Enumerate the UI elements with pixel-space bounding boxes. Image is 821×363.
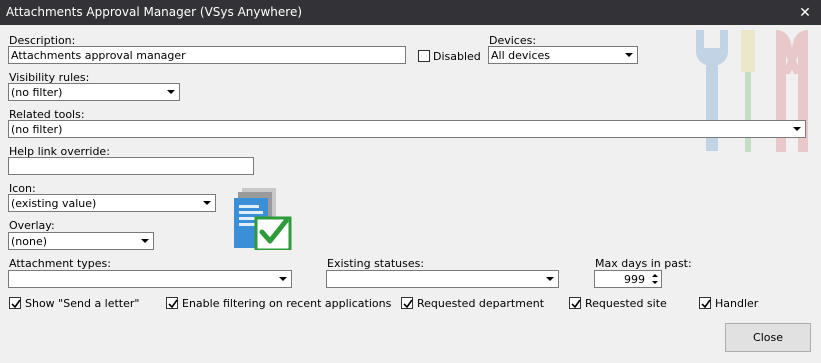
close-window-icon[interactable]: ✕ (789, 0, 821, 25)
max-days-stepper[interactable]: 999 (594, 270, 662, 288)
chevron-down-icon (203, 201, 211, 205)
requested-site-checkbox[interactable] (569, 297, 581, 309)
devices-value: All devices (491, 49, 550, 62)
requested-department-checkbox[interactable] (401, 297, 413, 309)
chevron-down-icon (546, 277, 554, 281)
spin-up-icon[interactable] (652, 274, 658, 277)
max-days-label: Max days in past: (595, 257, 692, 270)
enable-filtering-label: Enable filtering on recent applications (182, 297, 392, 310)
overlay-dropdown[interactable]: (none) (8, 232, 154, 250)
visibility-rules-dropdown[interactable]: (no filter) (8, 83, 180, 101)
related-tools-value: (no filter) (11, 123, 63, 136)
existing-statuses-dropdown[interactable] (326, 270, 559, 288)
chevron-down-icon (625, 53, 633, 57)
show-send-letter-checkbox[interactable] (9, 297, 21, 309)
chevron-down-icon (793, 127, 801, 131)
dialog-window: Attachments Approval Manager (VSys Anywh… (0, 0, 821, 363)
requested-department-label: Requested department (417, 297, 545, 310)
close-button[interactable]: Close (725, 323, 811, 352)
help-link-field[interactable] (8, 157, 254, 175)
overlay-label: Overlay: (9, 219, 55, 232)
attachment-types-dropdown[interactable] (8, 270, 292, 288)
icon-value: (existing value) (11, 197, 97, 210)
devices-dropdown[interactable]: All devices (488, 46, 638, 64)
max-days-value: 999 (624, 273, 645, 286)
window-title: Attachments Approval Manager (VSys Anywh… (6, 5, 303, 19)
chevron-down-icon (141, 239, 149, 243)
handler-checkbox[interactable] (699, 297, 711, 309)
enable-filtering-checkbox[interactable] (166, 297, 178, 309)
handler-label: Handler (715, 297, 759, 310)
related-tools-dropdown[interactable]: (no filter) (8, 120, 806, 138)
requested-site-label: Requested site (585, 297, 667, 310)
description-field[interactable]: Attachments approval manager (8, 46, 406, 64)
disabled-label: Disabled (433, 50, 481, 63)
visibility-rules-value: (no filter) (11, 86, 63, 99)
show-send-letter-label: Show "Send a letter" (25, 297, 140, 310)
spin-down-icon[interactable] (652, 281, 658, 284)
disabled-checkbox[interactable] (418, 50, 430, 62)
icon-dropdown[interactable]: (existing value) (8, 194, 216, 212)
chevron-down-icon (279, 277, 287, 281)
existing-statuses-label: Existing statuses: (327, 257, 425, 270)
title-bar: Attachments Approval Manager (VSys Anywh… (0, 0, 821, 25)
overlay-value: (none) (11, 235, 48, 248)
chevron-down-icon (167, 90, 175, 94)
attachment-types-label: Attachment types: (9, 257, 111, 270)
document-check-icon (234, 188, 292, 250)
